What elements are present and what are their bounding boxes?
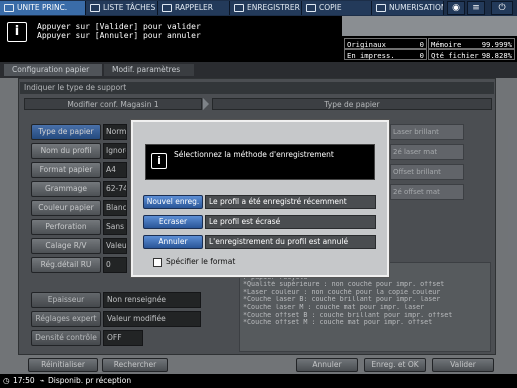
message-line-2: Appuyer sur [Annuler] pour annuler — [37, 31, 201, 40]
originals-counter: Originaux 0 — [344, 38, 427, 49]
breadcrumb-item-config[interactable]: Configuration papier — [4, 64, 102, 76]
network-icon: ⌁ — [40, 376, 45, 385]
scan-icon — [376, 4, 386, 12]
status-bar: ◷ 17:50 ⌁ Disponib. pr réception — [0, 374, 517, 388]
globe-button[interactable]: ◉ — [447, 1, 465, 15]
memory-counter: Mémoire 99.999% — [428, 38, 515, 49]
new-save-description: Le profil a été enregistré récemment — [205, 195, 376, 209]
power-button[interactable]: ⏻ — [491, 1, 513, 15]
clock-icon: ◷ — [3, 376, 10, 385]
info-icon: i — [151, 153, 167, 169]
tab-liste-taches[interactable]: LISTE TÂCHES — [86, 1, 158, 15]
top-tab-bar: UNITE PRINC. LISTE TÂCHES RAPPELER ENREG… — [0, 0, 517, 16]
tab-rappeler[interactable]: RAPPELER — [158, 1, 230, 15]
printer-icon — [4, 4, 14, 12]
power-icon: ⏻ — [498, 3, 506, 13]
info-icon: i — [7, 22, 27, 42]
counters-panel: Originaux 0 Mémoire 99.999% En impress. 0 Q… — [342, 36, 517, 62]
tab-enregistrer[interactable]: ENREGISTRER — [230, 1, 302, 15]
dialog-cancel-button[interactable]: Annuler — [143, 235, 203, 249]
file-qty-counter: Qté fichier 98.828% — [428, 49, 515, 60]
breadcrumb: Configuration papier Modif. paramètres — [0, 62, 517, 78]
overwrite-description: Le profil est écrasé — [205, 215, 376, 229]
specify-format-checkbox[interactable] — [153, 258, 162, 267]
menu-button[interactable]: ≡ — [467, 1, 485, 15]
message-line-1: Appuyer sur [Valider] pour valider — [37, 22, 201, 31]
overwrite-button[interactable]: Ecraser — [143, 215, 203, 229]
specify-format-label: Spécifier le format — [166, 257, 236, 266]
save-icon — [234, 4, 244, 12]
screen: UNITE PRINC. LISTE TÂCHES RAPPELER ENREG… — [0, 0, 517, 388]
printing-counter: En impress. 0 — [344, 49, 427, 60]
tab-copie[interactable]: COPIE — [302, 1, 372, 15]
dialog-cancel-description: L'enregistrement du profil est annulé — [205, 235, 376, 249]
breadcrumb-item-modif: Modif. paramètres — [104, 64, 194, 76]
recall-icon — [162, 4, 172, 12]
tab-numerisation[interactable]: NUMERISATION — [372, 1, 444, 15]
job-list-icon — [90, 4, 100, 12]
new-save-button[interactable]: Nouvel enreg. — [143, 195, 203, 209]
copy-icon — [306, 4, 316, 12]
tab-unite-principale[interactable]: UNITE PRINC. — [0, 1, 86, 15]
dialog-message: Sélectionnez la méthode d'enregistrement — [174, 150, 334, 159]
status-time: 17:50 — [13, 376, 35, 385]
status-text: Disponib. pr réception — [48, 376, 132, 385]
menu-icon: ≡ — [472, 3, 480, 13]
globe-icon: ◉ — [452, 3, 460, 13]
